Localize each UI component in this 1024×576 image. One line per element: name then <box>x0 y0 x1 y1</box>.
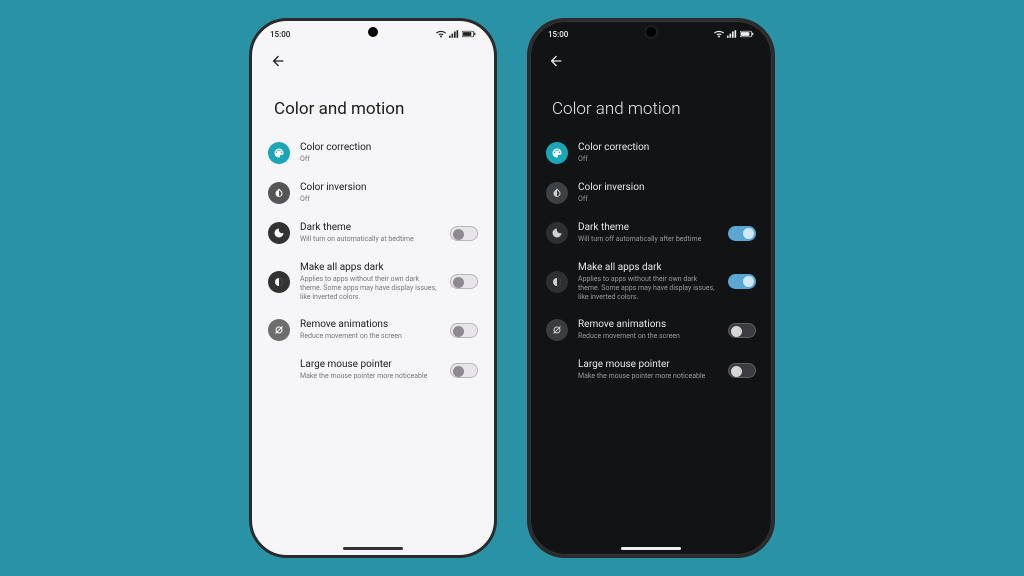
item-sublabel: Make the mouse pointer more noticeable <box>300 372 440 381</box>
item-label: Dark theme <box>578 222 718 234</box>
large-mouse-pointer-toggle[interactable] <box>450 363 478 378</box>
contrast-icon <box>546 271 568 293</box>
wifi-icon <box>714 30 724 38</box>
item-dark-theme[interactable]: Dark theme Will turn off automatically a… <box>534 213 768 253</box>
dark-mode-icon <box>546 222 568 244</box>
item-make-all-apps-dark[interactable]: Make all apps dark Applies to apps witho… <box>534 253 768 310</box>
item-large-mouse-pointer[interactable]: Large mouse pointer Make the mouse point… <box>534 350 768 390</box>
item-sublabel: Applies to apps without their own dark t… <box>300 275 440 301</box>
item-label: Remove animations <box>578 319 718 331</box>
item-sublabel: Off <box>300 195 478 204</box>
battery-icon <box>740 30 754 38</box>
item-color-correction[interactable]: Color correction Off <box>256 133 490 173</box>
settings-list: Color correction Off Color inversion Off… <box>252 133 494 390</box>
page-title: Color and motion <box>252 73 494 133</box>
make-all-apps-dark-toggle[interactable] <box>450 274 478 289</box>
item-color-correction[interactable]: Color correction Off <box>534 133 768 173</box>
item-dark-theme[interactable]: Dark theme Will turn on automatically at… <box>256 213 490 253</box>
item-label: Color correction <box>578 142 756 154</box>
item-sublabel: Off <box>300 155 478 164</box>
page-title: Color and motion <box>530 73 772 133</box>
item-sublabel: Reduce movement on the screen <box>300 332 440 341</box>
dark-theme-toggle[interactable] <box>450 226 478 241</box>
make-all-apps-dark-toggle[interactable] <box>728 274 756 289</box>
contrast-icon <box>268 271 290 293</box>
status-icons <box>714 30 754 38</box>
settings-list: Color correction Off Color inversion Off… <box>530 133 772 390</box>
item-label: Color correction <box>300 142 478 154</box>
front-camera <box>646 27 656 37</box>
front-camera <box>368 27 378 37</box>
animation-off-icon <box>546 319 568 341</box>
item-label: Color inversion <box>300 182 478 194</box>
arrow-back-icon <box>548 53 564 69</box>
status-time: 15:00 <box>270 30 290 39</box>
item-make-all-apps-dark[interactable]: Make all apps dark Applies to apps witho… <box>256 253 490 310</box>
remove-animations-toggle[interactable] <box>728 323 756 338</box>
gesture-navbar[interactable] <box>343 547 403 550</box>
status-icons <box>436 30 476 38</box>
item-sublabel: Will turn on automatically at bedtime <box>300 235 440 244</box>
dark-theme-toggle[interactable] <box>728 226 756 241</box>
signal-icon <box>449 30 459 38</box>
item-label: Remove animations <box>300 319 440 331</box>
status-time: 15:00 <box>548 30 568 39</box>
item-sublabel: Reduce movement on the screen <box>578 332 718 341</box>
phone-frame-dark: 15:00 Color and motion Color correction … <box>527 18 775 558</box>
palette-icon <box>268 142 290 164</box>
item-sublabel: Applies to apps without their own dark t… <box>578 275 718 301</box>
item-label: Dark theme <box>300 222 440 234</box>
animation-off-icon <box>268 319 290 341</box>
phone-frame-light: 15:00 Color and motion Color correction … <box>249 18 497 558</box>
item-label: Make all apps dark <box>578 262 718 274</box>
wifi-icon <box>436 30 446 38</box>
gesture-navbar[interactable] <box>621 547 681 550</box>
item-remove-animations[interactable]: Remove animations Reduce movement on the… <box>534 310 768 350</box>
app-bar <box>252 41 494 73</box>
item-label: Make all apps dark <box>300 262 440 274</box>
arrow-back-icon <box>270 53 286 69</box>
app-bar <box>530 41 772 73</box>
remove-animations-toggle[interactable] <box>450 323 478 338</box>
palette-icon <box>546 142 568 164</box>
item-label: Color inversion <box>578 182 756 194</box>
battery-icon <box>462 30 476 38</box>
item-large-mouse-pointer[interactable]: Large mouse pointer Make the mouse point… <box>256 350 490 390</box>
item-color-inversion[interactable]: Color inversion Off <box>534 173 768 213</box>
dark-mode-icon <box>268 222 290 244</box>
back-button[interactable] <box>546 51 566 71</box>
item-label: Large mouse pointer <box>300 359 440 371</box>
signal-icon <box>727 30 737 38</box>
item-sublabel: Will turn off automatically after bedtim… <box>578 235 718 244</box>
back-button[interactable] <box>268 51 288 71</box>
invert-colors-icon <box>268 182 290 204</box>
large-mouse-pointer-toggle[interactable] <box>728 363 756 378</box>
item-label: Large mouse pointer <box>578 359 718 371</box>
item-remove-animations[interactable]: Remove animations Reduce movement on the… <box>256 310 490 350</box>
invert-colors-icon <box>546 182 568 204</box>
item-sublabel: Make the mouse pointer more noticeable <box>578 372 718 381</box>
item-sublabel: Off <box>578 155 756 164</box>
item-color-inversion[interactable]: Color inversion Off <box>256 173 490 213</box>
item-sublabel: Off <box>578 195 756 204</box>
